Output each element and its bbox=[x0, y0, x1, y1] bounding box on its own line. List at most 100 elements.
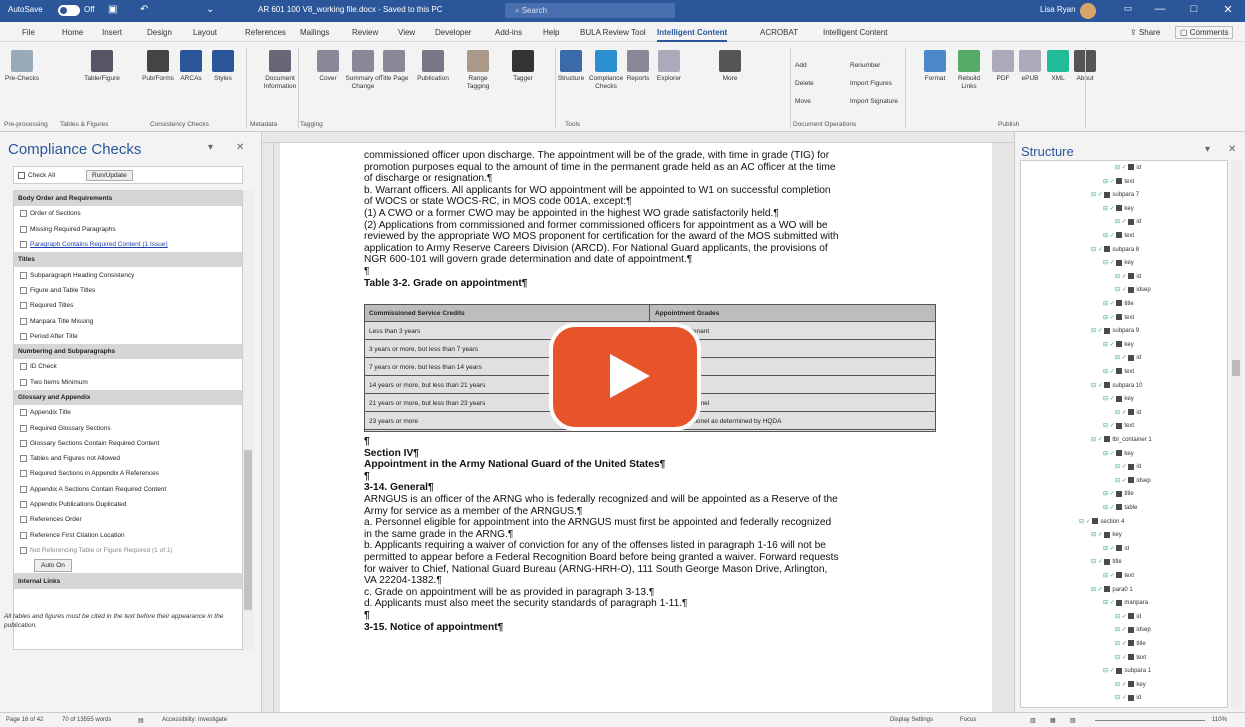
tree-node[interactable]: ⊟ ✓ key bbox=[1091, 531, 1122, 538]
check-item[interactable]: Appendix Title bbox=[14, 405, 242, 420]
pane-options-icon[interactable]: ▾ bbox=[208, 142, 213, 153]
tree-toggle-icon[interactable]: ⊟ ✓ bbox=[1115, 287, 1128, 293]
ribbon-button[interactable]: Range Tagging bbox=[460, 50, 496, 91]
checkbox-icon[interactable] bbox=[20, 439, 27, 447]
tree-toggle-icon[interactable]: ⊟ ✓ bbox=[1103, 206, 1116, 212]
tab-layout[interactable]: Layout bbox=[193, 28, 217, 37]
doc-op-button[interactable]: Import Signature bbox=[850, 98, 898, 105]
tree-toggle-icon[interactable]: ⊟ ✓ bbox=[1115, 682, 1128, 688]
tree-node[interactable]: ⊟ ✓ title bbox=[1115, 640, 1146, 647]
tree-node[interactable]: ⊟ ✓ key bbox=[1103, 259, 1134, 266]
tree-node[interactable]: ⊟ ✓ key bbox=[1103, 341, 1134, 348]
checkbox-icon[interactable] bbox=[20, 317, 27, 325]
read-mode-icon[interactable]: ▥ bbox=[1030, 717, 1036, 724]
document-paragraph[interactable]: (1) A CWO or a former CWO may be appoint… bbox=[364, 208, 779, 220]
tab-review[interactable]: Review bbox=[352, 28, 378, 37]
checkbox-icon[interactable] bbox=[20, 516, 27, 524]
checkbox-icon[interactable] bbox=[20, 409, 27, 417]
tree-node[interactable]: ⊟ ✓ subpara 8 bbox=[1091, 246, 1139, 253]
pane-options-icon[interactable]: ▾ bbox=[1205, 144, 1210, 155]
tab-home[interactable]: Home bbox=[62, 28, 83, 37]
tree-toggle-icon[interactable]: ⊟ ✓ bbox=[1103, 301, 1116, 307]
ribbon-button[interactable]: Rebuild Links bbox=[951, 50, 987, 91]
accessibility-status[interactable]: Accessibility: Investigate bbox=[162, 717, 227, 723]
close-icon[interactable]: ✕ bbox=[236, 142, 244, 153]
tree-toggle-icon[interactable]: ⊟ ✓ bbox=[1115, 410, 1128, 416]
tree-node[interactable]: ⊟ ✓ id bbox=[1115, 409, 1141, 416]
check-item[interactable]: Manpara Title Missing bbox=[14, 313, 242, 328]
zoom-level[interactable]: 110% bbox=[1212, 717, 1227, 723]
check-item[interactable]: ID Check bbox=[14, 359, 242, 374]
ribbon-button[interactable]: Title Page bbox=[376, 50, 412, 83]
tree-toggle-icon[interactable]: ⊟ ✓ bbox=[1103, 668, 1116, 674]
play-button[interactable] bbox=[549, 323, 701, 431]
check-item[interactable]: Subparagraph Heading Consistency bbox=[14, 267, 242, 282]
checkbox-icon[interactable] bbox=[20, 225, 27, 233]
document-paragraph[interactable]: commissioned officer upon discharge. The… bbox=[364, 150, 829, 162]
check-item[interactable]: Auto On bbox=[14, 558, 242, 573]
checkbox-icon[interactable] bbox=[20, 378, 27, 386]
check-item[interactable]: Required Sections in Appendix A Referenc… bbox=[14, 466, 242, 481]
tab-insert[interactable]: Insert bbox=[102, 28, 122, 37]
document-paragraph[interactable]: of WOCS or state WOCS-RC, in MOS code 00… bbox=[364, 196, 632, 208]
share-button[interactable]: ⇪ Share bbox=[1130, 28, 1160, 37]
tree-node[interactable]: ⊟ ✓ id bbox=[1115, 354, 1141, 361]
tree-toggle-icon[interactable]: ⊟ ✓ bbox=[1115, 165, 1128, 171]
tree-node[interactable]: ⊟ ✓ text bbox=[1103, 232, 1134, 239]
tree-toggle-icon[interactable]: ⊟ ✓ bbox=[1103, 315, 1116, 321]
ribbon-display-icon[interactable]: ▭ bbox=[1118, 3, 1138, 14]
checkbox-icon[interactable] bbox=[20, 546, 27, 554]
check-item[interactable]: Order of Sections bbox=[14, 206, 242, 221]
tab-design[interactable]: Design bbox=[147, 28, 172, 37]
tree-toggle-icon[interactable]: ⊟ ✓ bbox=[1115, 219, 1128, 225]
checkbox-icon[interactable] bbox=[20, 531, 27, 539]
tree-node[interactable]: ⊟ ✓ id bbox=[1115, 218, 1141, 225]
tree-toggle-icon[interactable]: ⊟ ✓ bbox=[1115, 614, 1128, 620]
undo-icon[interactable]: ↶ bbox=[140, 4, 148, 15]
tree-node[interactable]: ⊟ ✓ id bbox=[1115, 694, 1141, 701]
customize-icon[interactable]: ⌄ bbox=[206, 4, 214, 15]
auto-on-button[interactable]: Auto On bbox=[34, 559, 72, 573]
document-paragraph[interactable]: for waiver to Chief, National Guard Bure… bbox=[364, 564, 827, 576]
minimize-button[interactable]: — bbox=[1150, 3, 1170, 15]
tab-references[interactable]: References bbox=[245, 28, 286, 37]
tree-toggle-icon[interactable]: ⊟ ✓ bbox=[1115, 627, 1128, 633]
tree-node[interactable]: ⊟ ✓ section 4 bbox=[1079, 518, 1124, 525]
check-item[interactable]: Period After Title bbox=[14, 329, 242, 344]
tree-node[interactable]: ⊟ ✓ text bbox=[1103, 368, 1134, 375]
checkbox-icon[interactable] bbox=[20, 470, 27, 478]
tree-toggle-icon[interactable]: ⊟ ✓ bbox=[1103, 233, 1116, 239]
ribbon-button[interactable]: Explorer bbox=[651, 50, 687, 83]
document-paragraph[interactable]: promotion purposes equal to the amount o… bbox=[364, 162, 836, 174]
tree-node[interactable]: ⊟ ✓ id bbox=[1115, 164, 1141, 171]
document-heading[interactable]: Table 3-2. Grade on appointment¶ bbox=[364, 278, 527, 290]
ribbon-button[interactable]: Compliance Checks bbox=[588, 50, 624, 91]
check-item[interactable]: Paragraph Contains Required Content (1 I… bbox=[14, 237, 242, 252]
zoom-slider[interactable] bbox=[1095, 720, 1205, 721]
ribbon-button[interactable]: Structure bbox=[553, 50, 589, 83]
checkbox-icon[interactable] bbox=[20, 455, 27, 463]
tree-toggle-icon[interactable]: ⊟ ✓ bbox=[1103, 573, 1116, 579]
ribbon-button[interactable]: Pub/Forms bbox=[140, 50, 176, 83]
check-item[interactable]: Appendix A Sections Contain Required Con… bbox=[14, 482, 242, 497]
focus-mode[interactable]: Focus bbox=[960, 717, 976, 723]
tree-node[interactable]: ⊟ ✓ subpara 1 bbox=[1103, 667, 1151, 674]
tree-toggle-icon[interactable]: ⊟ ✓ bbox=[1091, 559, 1104, 565]
check-group-header[interactable]: Glossary and Appendix bbox=[14, 389, 242, 406]
tree-node[interactable]: ⊟ ✓ text bbox=[1103, 422, 1134, 429]
document-heading[interactable]: ¶ bbox=[364, 610, 370, 622]
check-group-header[interactable]: Titles bbox=[14, 252, 242, 268]
tree-node[interactable]: ⊟ ✓ title bbox=[1091, 558, 1122, 565]
tree-node[interactable]: ⊟ ✓ id bbox=[1103, 545, 1129, 552]
tree-node[interactable]: ⊟ ✓ title bbox=[1103, 490, 1134, 497]
tree-node[interactable]: ⊟ ✓ key bbox=[1103, 450, 1134, 457]
tab-bula[interactable]: BULA Review Tool bbox=[580, 28, 646, 37]
tree-toggle-icon[interactable]: ⊟ ✓ bbox=[1091, 328, 1104, 334]
checkbox-icon[interactable] bbox=[20, 271, 27, 279]
tree-node[interactable]: ⊟ ✓ manpara bbox=[1103, 599, 1148, 606]
ribbon-button[interactable]: More bbox=[712, 50, 748, 83]
checkbox-icon[interactable] bbox=[20, 485, 27, 493]
tab-intelligent-content[interactable]: Intelligent Content bbox=[657, 28, 728, 42]
tree-node[interactable]: ⊟ ✓ text bbox=[1103, 314, 1134, 321]
tab-acrobat[interactable]: ACROBAT bbox=[760, 28, 798, 37]
